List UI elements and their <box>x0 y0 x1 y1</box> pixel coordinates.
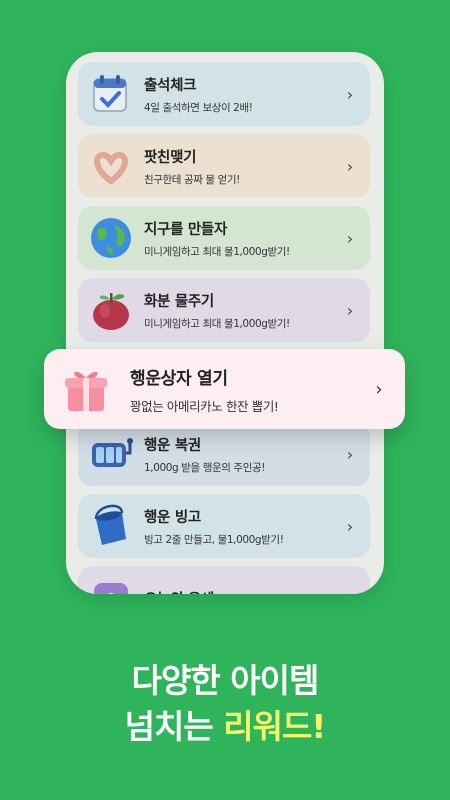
reward-card[interactable]: 지구를 만들자미니게임하고 최대 물1,000g받기! › <box>78 206 370 270</box>
headline-line2-text: 넘치는 <box>124 707 224 746</box>
reward-card-text: 지구를 만들자미니게임하고 최대 물1,000g받기! <box>144 218 340 259</box>
reward-card-subtitle: 빙고 2줄 만들고, 물1,000g받기! <box>144 533 284 546</box>
reward-card[interactable]: 오늘의 운세› <box>78 566 370 594</box>
calendar-check-icon <box>88 71 134 117</box>
earth-globe-icon <box>88 215 134 261</box>
reward-card-text: 화분 물주기미니게임하고 최대 물1,000g받기! <box>144 290 340 331</box>
slot-machine-icon <box>88 431 134 477</box>
reward-card-title: 행운 복권 <box>144 437 201 454</box>
headline-line2: 넘치는 리워드! <box>0 700 450 748</box>
reward-card-title: 오늘의 운세 <box>144 588 340 595</box>
apple-icon <box>88 287 134 333</box>
reward-card-text: 행운 빙고빙고 2줄 만들고, 물1,000g받기! <box>144 506 340 547</box>
chevron-right-icon: › <box>346 444 354 464</box>
reward-card-subtitle: 친구한테 공짜 물 얻기! <box>144 173 240 186</box>
reward-card[interactable]: 팟친맺기친구한테 공짜 물 얻기! › <box>78 134 370 198</box>
reward-card-text: 행운 복권 1,000g 받을 행운의 주인공! <box>144 434 340 475</box>
reward-card-text: 오늘의 운세 <box>144 588 340 595</box>
chevron-right-icon: › <box>346 228 354 248</box>
reward-card-subtitle: 미니게임하고 최대 물1,000g받기! <box>144 317 290 330</box>
chevron-right-icon: › <box>346 516 354 536</box>
reward-card-subtitle: 미니게임하고 최대 물1,000g받기! <box>144 245 290 258</box>
reward-card-subtitle: 1,000g 받을 행운의 주인공! <box>144 461 266 474</box>
heart-hands-icon <box>88 143 134 189</box>
reward-card[interactable]: 행운 복권 1,000g 받을 행운의 주인공! › <box>78 422 370 486</box>
reward-card-text: 팟친맺기친구한테 공짜 물 얻기! <box>144 146 340 187</box>
chevron-right-icon: › <box>340 589 360 595</box>
reward-card-subtitle: 4일 출석하면 보상이 2배! <box>144 101 253 114</box>
chevron-right-icon: › <box>346 84 354 104</box>
headline-line1: 다양한 아이템 <box>131 661 320 700</box>
reward-card[interactable]: 출석체크 4일 출석하면 보상이 2배! › <box>78 62 370 126</box>
fortune-icon <box>88 575 134 594</box>
lucky-box-title: 행운상자 열기 <box>130 368 228 389</box>
lucky-box-subtitle: 꽝없는 아메리카노 한잔 뽑기! <box>130 398 279 414</box>
chevron-right-icon: › <box>375 378 383 400</box>
reward-card-title: 지구를 만들자 <box>144 221 227 238</box>
reward-card-title: 화분 물주기 <box>144 293 214 310</box>
gift-box-icon <box>60 363 112 415</box>
reward-card-title: 출석체크 <box>144 77 197 94</box>
phone-frame: 출석체크 4일 출석하면 보상이 2배! › 팟친맺기 친구한테 공짜 물 얻기! › 지구… <box>66 52 384 594</box>
chevron-right-icon: › <box>346 300 354 320</box>
lucky-box-card[interactable]: 행운상자 열기 꽝없는 아메리카노 한잔 뽑기! › <box>44 349 405 429</box>
reward-card-text: 출석체크 4일 출석하면 보상이 2배! <box>144 74 340 115</box>
reward-card[interactable]: 화분 물주기미니게임하고 최대 물1,000g받기! › <box>78 278 370 342</box>
headline-highlight: 리워드! <box>223 707 326 746</box>
reward-card[interactable]: 행운 빙고빙고 2줄 만들고, 물1,000g받기! › <box>78 494 370 558</box>
water-bucket-icon <box>88 503 134 549</box>
reward-card-title: 팟친맺기 <box>144 149 197 166</box>
chevron-right-icon: › <box>346 156 354 176</box>
reward-card-title: 행운 빙고 <box>144 509 201 526</box>
